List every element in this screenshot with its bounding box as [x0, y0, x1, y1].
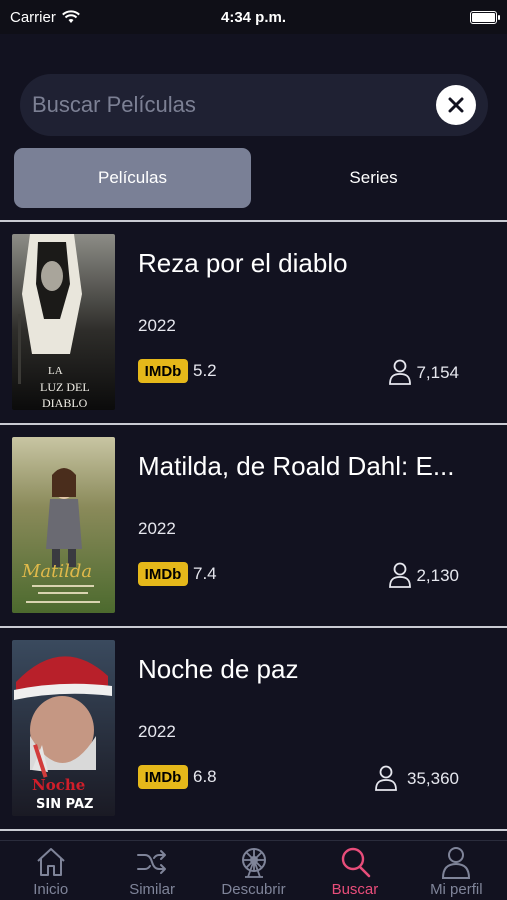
nav-label: Buscar [331, 881, 379, 898]
nav-label: Inicio [33, 881, 69, 898]
status-left: Carrier [10, 9, 80, 26]
movie-row[interactable]: Noche SIN PAZ Noche de paz 2022 IMDb 6.8… [0, 628, 507, 828]
imdb-rating: 5.2 [193, 361, 217, 380]
movie-poster: Matilda [12, 437, 115, 613]
nav-item-mi-perfil[interactable]: Mi perfil [406, 841, 507, 900]
movie-poster: Noche SIN PAZ [12, 640, 115, 816]
imdb-logo: IMDb [138, 765, 188, 789]
poster-text: Noche [32, 776, 85, 794]
movie-title: Noche de paz [138, 654, 299, 684]
poster-text: SIN PAZ [36, 797, 93, 812]
imdb-rating: 6.8 [193, 767, 217, 786]
profile-icon [442, 847, 471, 879]
shuffle-icon [137, 850, 167, 874]
movie-row[interactable]: LA LUZ DEL DIABLO Reza por el diablo 202… [0, 222, 507, 422]
battery-icon [470, 10, 500, 24]
user-icon [389, 359, 411, 385]
movie-year: 2022 [138, 722, 176, 741]
nav-label: Mi perfil [430, 881, 483, 898]
user-icon [375, 765, 397, 791]
imdb-rating: 7.4 [193, 564, 217, 583]
movie-poster: LA LUZ DEL DIABLO [12, 234, 115, 410]
vote-count: 7,154 [416, 363, 459, 382]
imdb-logo: IMDb [138, 562, 188, 586]
status-bar: Carrier 4:34 p.m. [0, 0, 507, 34]
nav-label: Similar [129, 881, 176, 898]
poster-text: Matilda [21, 561, 92, 582]
nav-label: Descubrir [221, 881, 286, 898]
close-icon [448, 97, 464, 113]
nav-item-similar[interactable]: Similar [101, 841, 202, 900]
search-input[interactable] [32, 92, 436, 118]
search-icon [341, 847, 371, 878]
nav-item-buscar[interactable]: Buscar [304, 841, 405, 900]
imdb-logo: IMDb [138, 359, 188, 383]
movie-year: 2022 [138, 316, 176, 335]
carrier-label: Carrier [10, 8, 56, 26]
clear-search-button[interactable] [436, 85, 476, 125]
vote-count: 35,360 [407, 769, 459, 788]
poster-text: LUZ DEL [40, 380, 90, 394]
nav-item-inicio[interactable]: Inicio [0, 841, 101, 900]
tab-series[interactable]: Series [255, 148, 492, 208]
ferris-wheel-icon [241, 848, 266, 878]
wifi-icon [61, 10, 80, 23]
divider [0, 829, 507, 831]
home-icon [37, 848, 65, 876]
nav-item-descubrir[interactable]: Descubrir [203, 841, 304, 900]
tab-peliculas[interactable]: Películas [14, 148, 251, 208]
poster-text: DIABLO [42, 396, 88, 410]
user-icon [389, 562, 411, 588]
search-bar [20, 74, 488, 136]
movie-row[interactable]: Matilda Matilda, de Roald Dahl: E... 202… [0, 425, 507, 625]
bottom-nav: Inicio Similar Descubrir Buscar Mi perfi… [0, 840, 507, 900]
movie-title: Reza por el diablo [138, 248, 348, 278]
poster-text: LA [48, 365, 63, 377]
movie-year: 2022 [138, 519, 176, 538]
vote-count: 2,130 [416, 566, 459, 585]
segmented-tabs: Películas Series [14, 148, 493, 208]
movie-title: Matilda, de Roald Dahl: E... [138, 451, 455, 481]
